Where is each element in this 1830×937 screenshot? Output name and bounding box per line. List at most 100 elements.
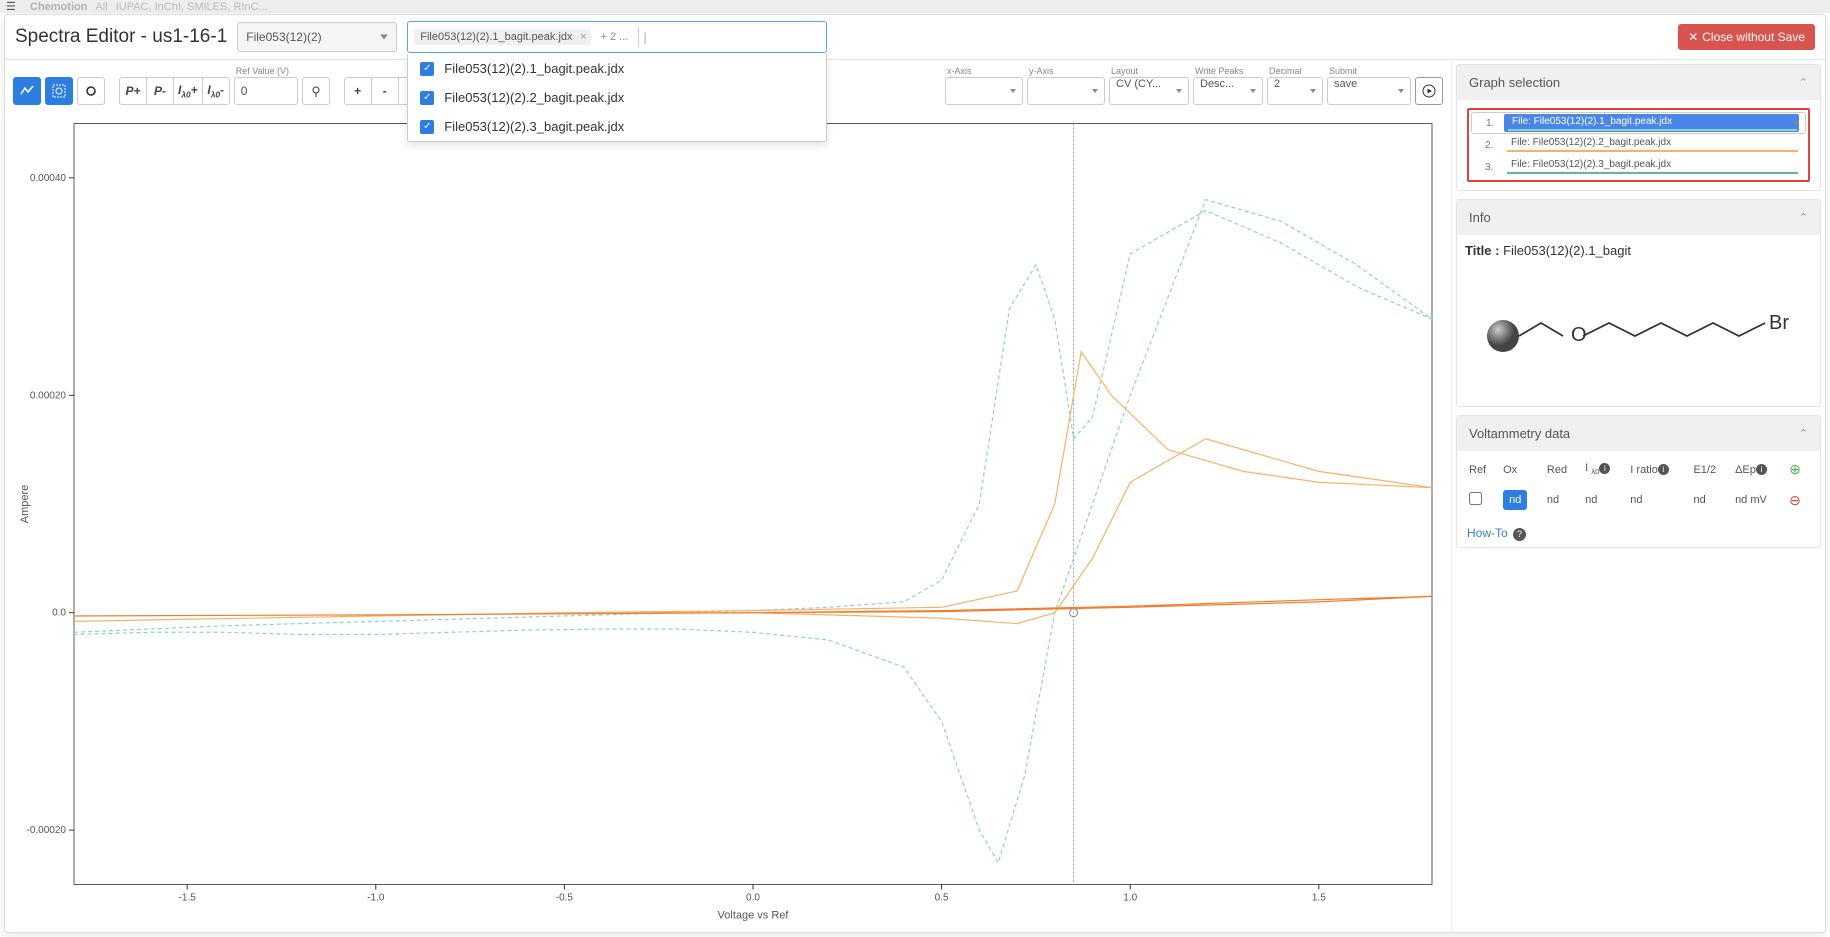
svg-text:Ampere: Ampere	[19, 485, 31, 524]
table-row: nd nd nd nd nd nd mV ⊖	[1465, 484, 1812, 516]
dep-cell: nd mV	[1731, 484, 1785, 516]
multiselect-option-2[interactable]: ✓File053(12)(2).2_bagit.peak.jdx	[408, 83, 826, 112]
svg-text:0.5: 0.5	[935, 893, 949, 904]
checkbox-icon: ✓	[420, 91, 434, 105]
delete-row-button[interactable]: ⊖	[1789, 492, 1801, 508]
tab-iupac: IUPAC, InChI, SMILES, RInC...	[116, 1, 268, 13]
help-icon: ?	[1513, 528, 1526, 541]
file-multiselect-menu: ✓File053(12)(2).1_bagit.peak.jdx ✓File05…	[407, 54, 827, 142]
chevron-up-icon: ⌃	[1799, 427, 1808, 440]
svg-text:-1.0: -1.0	[367, 893, 385, 904]
xaxis-label: x-Axis	[947, 66, 1023, 76]
line-tool-button[interactable]	[13, 77, 41, 105]
info-panel: Info⌃ Title : File053(12)(2).1_bagit O B…	[1456, 199, 1821, 407]
col-e12: E1/2	[1689, 455, 1731, 484]
write-peaks-label: Write Peaks	[1195, 66, 1263, 76]
spectra-editor-modal: Spectra Editor - us1-16-1 File053(12)(2)…	[4, 14, 1826, 933]
svg-text:0.00020: 0.00020	[30, 390, 67, 401]
modal-title: Spectra Editor - us1-16-1	[15, 26, 227, 48]
file-select-dropdown[interactable]: File053(12)(2)	[237, 22, 397, 52]
checkbox-icon: ✓	[420, 120, 434, 134]
graph-selection-item[interactable]: 3.File: File053(12)(2).3_bagit.peak.jdx	[1471, 156, 1806, 178]
peak-minus-button[interactable]: P-	[146, 77, 174, 105]
molecule-structure: O Br	[1457, 266, 1820, 406]
cv-chart: -1.5-1.0-0.50.00.51.01.5-0.000200.00.000…	[14, 112, 1442, 926]
ref-checkbox[interactable]	[1469, 492, 1482, 505]
decimal-label: Decimal	[1269, 66, 1323, 76]
area-minus-button[interactable]: -	[371, 77, 399, 105]
tab-all: All	[95, 1, 107, 13]
xaxis-select[interactable]	[945, 77, 1023, 105]
graph-selection-list: 1.File: File053(12)(2).1_bagit.peak.jdx2…	[1467, 108, 1810, 182]
info-title-row: Title : File053(12)(2).1_bagit	[1457, 235, 1820, 266]
graph-selection-item[interactable]: 2.File: File053(12)(2).2_bagit.peak.jdx	[1471, 134, 1806, 156]
write-peaks-select[interactable]: Desc...	[1193, 77, 1263, 105]
chart-area[interactable]: -1.5-1.0-0.50.00.51.01.5-0.000200.00.000…	[13, 111, 1443, 927]
locate-button[interactable]	[302, 77, 330, 105]
il0-cell: nd	[1581, 484, 1626, 516]
voltammetry-data-panel: Voltammetry data⌃ Ref Ox Red I λ0i I rat…	[1456, 415, 1821, 548]
col-dep: ΔEpi	[1731, 455, 1785, 484]
info-icon[interactable]: i	[1756, 464, 1767, 475]
i-lambda-minus-button[interactable]: Iλ0-	[202, 77, 230, 105]
add-row-button[interactable]: ⊕	[1789, 461, 1801, 477]
hamburger-icon: ☰	[6, 0, 22, 13]
svg-text:-0.00020: -0.00020	[27, 825, 67, 836]
e12-cell: nd	[1689, 484, 1731, 516]
col-il0: I λ0i	[1581, 455, 1626, 484]
svg-text:0.0: 0.0	[746, 893, 760, 904]
col-red: Red	[1543, 455, 1581, 484]
yaxis-label: y-Axis	[1029, 66, 1105, 76]
graph-selection-header[interactable]: Graph selection⌃	[1457, 65, 1820, 100]
right-panel: Graph selection⌃ 1.File: File053(12)(2).…	[1451, 60, 1825, 932]
graph-selection-panel: Graph selection⌃ 1.File: File053(12)(2).…	[1456, 64, 1821, 191]
ref-value-input[interactable]	[234, 77, 298, 105]
ox-cell[interactable]: nd	[1503, 490, 1527, 510]
graph-selection-item[interactable]: 1.File: File053(12)(2).1_bagit.peak.jdx	[1471, 112, 1806, 134]
submit-label: Submit	[1329, 66, 1411, 76]
refresh-button[interactable]	[77, 77, 105, 105]
file-chip-more: + 2 ...	[595, 29, 635, 45]
chevron-up-icon: ⌃	[1799, 211, 1808, 224]
info-icon[interactable]: i	[1658, 464, 1669, 475]
layout-label: Layout	[1111, 66, 1189, 76]
submit-select[interactable]: save	[1327, 77, 1411, 105]
ref-value-label: Ref Value (V)	[236, 66, 298, 76]
file-select-value: File053(12)(2)	[246, 30, 321, 44]
svg-text:1.0: 1.0	[1123, 893, 1137, 904]
svg-text:0.0: 0.0	[52, 608, 66, 619]
voltammetry-header[interactable]: Voltammetry data⌃	[1457, 416, 1820, 451]
info-header[interactable]: Info⌃	[1457, 200, 1820, 235]
svg-text:0.00040: 0.00040	[30, 173, 67, 184]
svg-text:-0.5: -0.5	[556, 893, 574, 904]
close-icon: ✕	[1688, 30, 1698, 44]
close-without-save-button[interactable]: ✕ Close without Save	[1678, 24, 1815, 50]
col-ox: Ox	[1499, 455, 1543, 484]
col-iratio: I ratioi	[1626, 455, 1689, 484]
multiselect-option-3[interactable]: ✓File053(12)(2).3_bagit.peak.jdx	[408, 112, 826, 141]
background-topbar: ☰ Chemotion All IUPAC, InChI, SMILES, RI…	[0, 0, 1830, 13]
decimal-select[interactable]: 2	[1267, 77, 1323, 105]
col-ref: Ref	[1465, 455, 1499, 484]
yaxis-select[interactable]	[1027, 77, 1105, 105]
area-plus-button[interactable]: +	[344, 77, 372, 105]
iratio-cell: nd	[1626, 484, 1689, 516]
brand: Chemotion	[30, 1, 87, 13]
submit-run-button[interactable]	[1415, 77, 1443, 105]
chevron-up-icon: ⌃	[1799, 76, 1808, 89]
svg-text:Br: Br	[1769, 312, 1789, 334]
svg-text:Voltage vs Ref: Voltage vs Ref	[718, 910, 790, 922]
file-multiselect[interactable]: File053(12)(2).1_bagit.peak.jdx× + 2 ...…	[407, 21, 827, 53]
chip-remove-icon[interactable]: ×	[580, 31, 586, 43]
info-icon[interactable]: i	[1599, 463, 1610, 474]
zoom-select-button[interactable]	[45, 77, 73, 105]
i-lambda-plus-button[interactable]: Iλ0+	[173, 77, 203, 105]
checkbox-icon: ✓	[420, 62, 434, 76]
voltammetry-table: Ref Ox Red I λ0i I ratioi E1/2 ΔEpi ⊕ nd	[1465, 455, 1812, 516]
file-chip-1: File053(12)(2).1_bagit.peak.jdx×	[414, 29, 590, 45]
how-to-link[interactable]: How-To ?	[1457, 520, 1820, 547]
layout-select[interactable]: CV (CY...	[1109, 77, 1189, 105]
peak-plus-button[interactable]: P+	[119, 77, 147, 105]
svg-text:1.5: 1.5	[1312, 893, 1326, 904]
multiselect-option-1[interactable]: ✓File053(12)(2).1_bagit.peak.jdx	[408, 54, 826, 83]
